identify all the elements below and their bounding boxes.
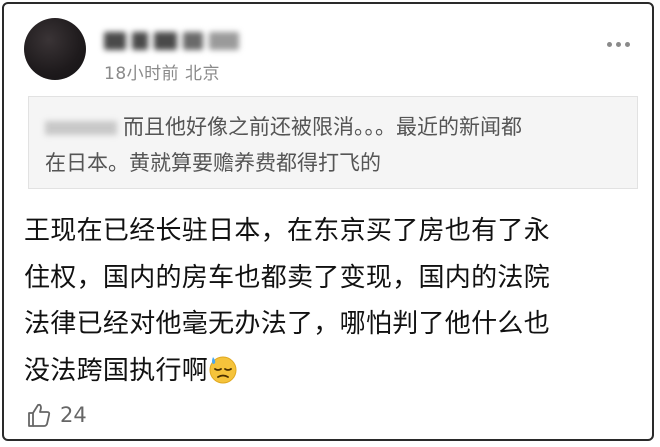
more-dots-icon[interactable] <box>607 42 630 47</box>
mention-blurred[interactable] <box>45 121 117 135</box>
quote-line-2: 在日本。黄就算要赡养费都得打飞的 <box>45 151 381 175</box>
avatar[interactable] <box>24 18 86 80</box>
body-line: 法律已经对他毫无办法了，哪怕判了他什么也 <box>24 309 551 339</box>
body-line: 住权，国内的房车也都卖了变现，国内的法院 <box>24 262 551 293</box>
thumbs-up-icon <box>28 403 51 427</box>
quoted-reply: 而且他好像之前还被限消。。。最近的新闻都 在日本。黄就算要赡养费都得打飞的 <box>28 96 638 189</box>
body-line: 王现在已经长驻日本，在东京买了房也有了永 <box>24 216 551 246</box>
body-line-last: 没法跨国执行啊 <box>24 348 644 395</box>
username-blurred[interactable] <box>104 30 239 52</box>
comment-body: 王现在已经长驻日本，在东京买了房也有了永 住权，国内的房车也都卖了变现，国内的法… <box>24 208 644 394</box>
sweat-downcast-face-icon <box>209 356 237 383</box>
like-count: 24 <box>60 403 87 427</box>
timestamp: 18小时前 <box>104 64 180 84</box>
comment-card: 18小时前 北京 而且他好像之前还被限消。。。最近的新闻都 在日本。黄就算要赡养… <box>2 2 654 441</box>
post-meta: 18小时前 北京 <box>104 59 220 84</box>
like-button[interactable]: 24 <box>26 402 87 428</box>
location: 北京 <box>185 64 221 84</box>
quote-line-1: 而且他好像之前还被限消。。。最近的新闻都 <box>45 109 621 145</box>
